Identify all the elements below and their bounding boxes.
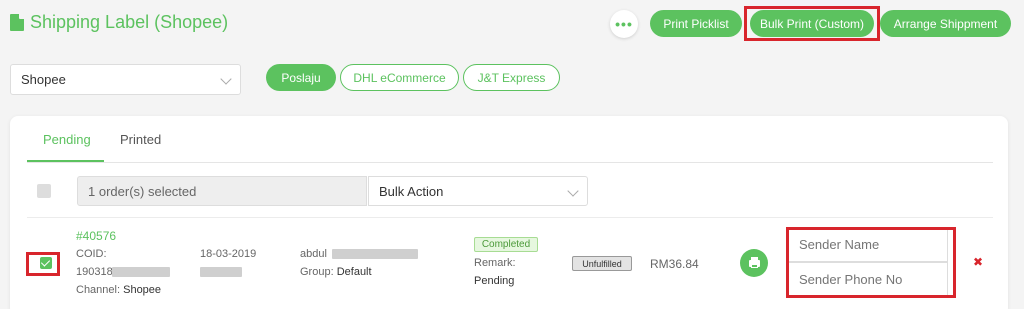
sender-phone-input[interactable] <box>788 262 948 297</box>
redacted-text <box>112 267 170 277</box>
remove-order-icon[interactable]: ✖ <box>973 255 983 269</box>
group-info: Group: Default <box>300 266 372 278</box>
redacted-text <box>332 249 418 259</box>
printer-icon <box>748 256 760 268</box>
select-all-checkbox[interactable] <box>37 184 51 198</box>
selected-count-field: 1 order(s) selected <box>77 176 367 206</box>
courier-tab-poslaju[interactable]: Poslaju <box>266 64 336 91</box>
sender-name-input[interactable] <box>788 227 948 262</box>
document-icon <box>10 14 24 31</box>
page-title: Shipping Label (Shopee) <box>10 12 228 33</box>
channel-info: Channel: Shopee <box>76 284 162 296</box>
order-id-link[interactable]: #40576 <box>76 229 116 243</box>
coid-label: COID: <box>76 248 107 260</box>
orders-card: Pending Printed 1 order(s) selected Bulk… <box>10 116 1008 309</box>
courier-tab-dhl[interactable]: DHL eCommerce <box>340 64 459 91</box>
channel-select-value: Shopee <box>21 72 66 87</box>
arrange-shipment-button[interactable]: Arrange Shippment <box>880 10 1011 37</box>
more-options-button[interactable]: ••• <box>610 10 638 38</box>
divider <box>27 162 993 163</box>
redacted-text <box>200 267 242 277</box>
tab-pending[interactable]: Pending <box>43 132 91 147</box>
bulk-print-custom-button[interactable]: Bulk Print (Custom) <box>750 10 874 37</box>
channel-select[interactable]: Shopee <box>10 64 241 95</box>
fulfillment-badge: Unfulfilled <box>572 256 632 271</box>
chevron-down-icon <box>567 185 579 197</box>
coid-value: 190318 <box>76 266 113 278</box>
remark-value: Pending <box>474 275 515 287</box>
print-picklist-button[interactable]: Print Picklist <box>650 10 742 37</box>
order-date: 18-03-2019 <box>200 248 257 260</box>
tab-printed[interactable]: Printed <box>120 132 161 147</box>
order-amount: RM36.84 <box>650 257 699 271</box>
remark-label: Remark: <box>474 257 516 269</box>
divider <box>27 217 993 218</box>
courier-tab-jt[interactable]: J&T Express <box>463 64 560 91</box>
status-badge: Completed <box>474 237 538 252</box>
print-label-button[interactable] <box>740 249 768 277</box>
bulk-action-select[interactable]: Bulk Action <box>368 176 588 206</box>
page-title-text: Shipping Label (Shopee) <box>30 12 229 32</box>
chevron-down-icon <box>220 73 232 85</box>
row-checkbox[interactable] <box>40 257 52 269</box>
customer-name: abdul <box>300 248 327 260</box>
bulk-action-value: Bulk Action <box>379 183 444 199</box>
